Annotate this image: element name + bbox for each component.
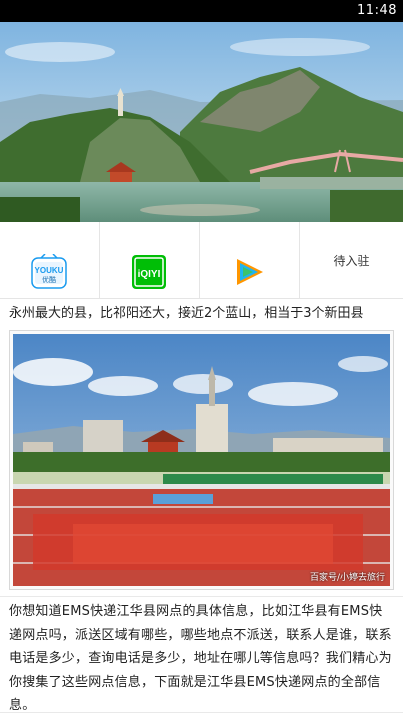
svg-text:YOUKU: YOUKU (35, 266, 64, 275)
iqiyi-icon: iQIYI (132, 255, 166, 289)
tencent-video-icon (237, 259, 263, 285)
hero-image[interactable] (0, 22, 403, 222)
app-youku[interactable]: YOUKU 优酷 (0, 222, 100, 298)
svg-text:优酷: 优酷 (42, 275, 56, 284)
app-row: YOUKU 优酷 iQIYI 待入驻 (0, 222, 403, 299)
article-photo[interactable]: 百家号/小婷去旅行 (9, 330, 394, 590)
photo-watermark: 百家号/小婷去旅行 (309, 573, 385, 583)
divider (0, 596, 403, 597)
stadium-scene (13, 334, 390, 586)
app-pending[interactable]: 待入驻 (300, 222, 403, 298)
youku-icon: YOUKU 优酷 (31, 254, 67, 289)
article-body: 你想知道EMS快递江华县网点的具体信息，比如江华县有EMS快递网点吗，派送区域有… (9, 604, 392, 713)
article-headline[interactable]: 永州最大的县，比祁阳还大，接近2个蓝山，相当于3个新田县 (9, 302, 399, 324)
status-time: 11:48 (357, 3, 397, 18)
pending-label: 待入驻 (333, 254, 370, 268)
hero-landscape (0, 22, 403, 222)
app-tencent-video[interactable] (200, 222, 300, 298)
status-bar: 11:48 (0, 0, 403, 22)
svg-text:iQIYI: iQIYI (138, 269, 161, 280)
divider-bottom (0, 712, 403, 713)
app-iqiyi[interactable]: iQIYI (100, 222, 200, 298)
